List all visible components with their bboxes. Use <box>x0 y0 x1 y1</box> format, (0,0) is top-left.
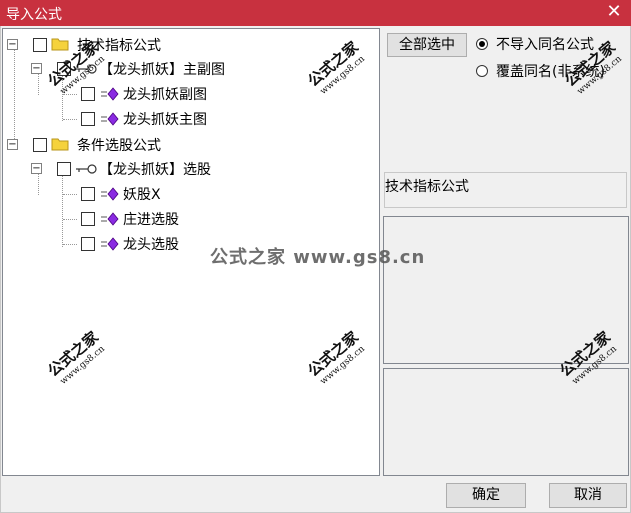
collapse-toggle[interactable]: − <box>31 63 42 74</box>
tree-line <box>63 194 77 195</box>
tree-node-label: 龙头选股 <box>123 237 179 253</box>
tree-node-selection-formula[interactable]: − 【龙头抓妖】选股 <box>31 159 361 179</box>
collapse-toggle[interactable]: − <box>7 139 18 150</box>
ok-button[interactable]: 确定 <box>446 483 526 508</box>
tree-leaf-item[interactable]: 龙头抓妖副图 <box>57 84 357 104</box>
tree-node-label: 条件选股公式 <box>77 138 161 154</box>
tree-line <box>14 45 15 145</box>
tree-node-label: 龙头抓妖主图 <box>123 112 207 128</box>
tree-node-label: 妖股X <box>123 187 161 203</box>
radio-overwrite-duplicates[interactable] <box>476 65 488 77</box>
collapse-toggle[interactable]: − <box>7 39 18 50</box>
checkbox[interactable] <box>57 62 71 76</box>
checkbox[interactable] <box>81 212 95 226</box>
tree-leaf-item[interactable]: 妖股X <box>57 184 357 204</box>
formula-description-box[interactable] <box>383 216 629 364</box>
tree-line <box>63 94 77 95</box>
window-title: 导入公式 <box>6 7 62 23</box>
tree-node-stock-selection[interactable]: − 条件选股公式 <box>7 135 367 155</box>
cancel-button[interactable]: 取消 <box>549 483 627 508</box>
formula-icon <box>101 112 119 126</box>
checkbox[interactable] <box>33 138 47 152</box>
checkbox[interactable] <box>81 187 95 201</box>
tree-node-label: 【龙头抓妖】主副图 <box>99 62 225 78</box>
formula-icon <box>101 87 119 101</box>
radio-overwrite-label[interactable]: 覆盖同名(非系统) <box>496 61 605 81</box>
key-icon <box>76 64 97 74</box>
radio-skip-label[interactable]: 不导入同名公式 <box>496 34 594 54</box>
title-bar: 导入公式 ✕ <box>0 0 631 26</box>
collapse-toggle[interactable]: − <box>31 163 42 174</box>
tree-leaf-item[interactable]: 龙头选股 <box>57 234 357 254</box>
tree-line <box>63 244 77 245</box>
close-icon[interactable]: ✕ <box>603 1 625 23</box>
tree-leaf-item[interactable]: 龙头抓妖主图 <box>57 109 357 129</box>
tree-leaf-item[interactable]: 庄进选股 <box>57 209 357 229</box>
tree-line <box>63 219 77 220</box>
checkbox[interactable] <box>57 162 71 176</box>
tree-line <box>63 119 77 120</box>
select-all-button[interactable]: 全部选中 <box>387 33 467 57</box>
tree-node-label: 庄进选股 <box>123 212 179 228</box>
checkbox[interactable] <box>81 112 95 126</box>
checkbox[interactable] <box>81 87 95 101</box>
tree-node-indicators[interactable]: − 技术指标公式 <box>7 35 367 55</box>
checkbox[interactable] <box>81 237 95 251</box>
formula-tree[interactable]: − 技术指标公式 − 【龙头抓妖】主副图 龙头抓妖副图 龙头抓妖主图 − 条件选… <box>2 28 380 476</box>
category-label: 技术指标公式 <box>385 179 469 195</box>
tree-node-label: 龙头抓妖副图 <box>123 87 207 103</box>
category-panel: 技术指标公式 <box>384 172 627 208</box>
tree-node-label: 技术指标公式 <box>77 38 161 54</box>
folder-icon <box>51 38 69 51</box>
key-icon <box>76 164 97 174</box>
formula-icon <box>101 187 119 201</box>
formula-icon <box>101 237 119 251</box>
radio-skip-duplicates[interactable] <box>476 38 488 50</box>
formula-detail-box[interactable] <box>383 368 629 476</box>
tree-node-label: 【龙头抓妖】选股 <box>99 162 211 178</box>
checkbox[interactable] <box>33 38 47 52</box>
formula-icon <box>101 212 119 226</box>
folder-icon <box>51 138 69 151</box>
tree-node-main-sub-chart[interactable]: − 【龙头抓妖】主副图 <box>31 59 361 79</box>
